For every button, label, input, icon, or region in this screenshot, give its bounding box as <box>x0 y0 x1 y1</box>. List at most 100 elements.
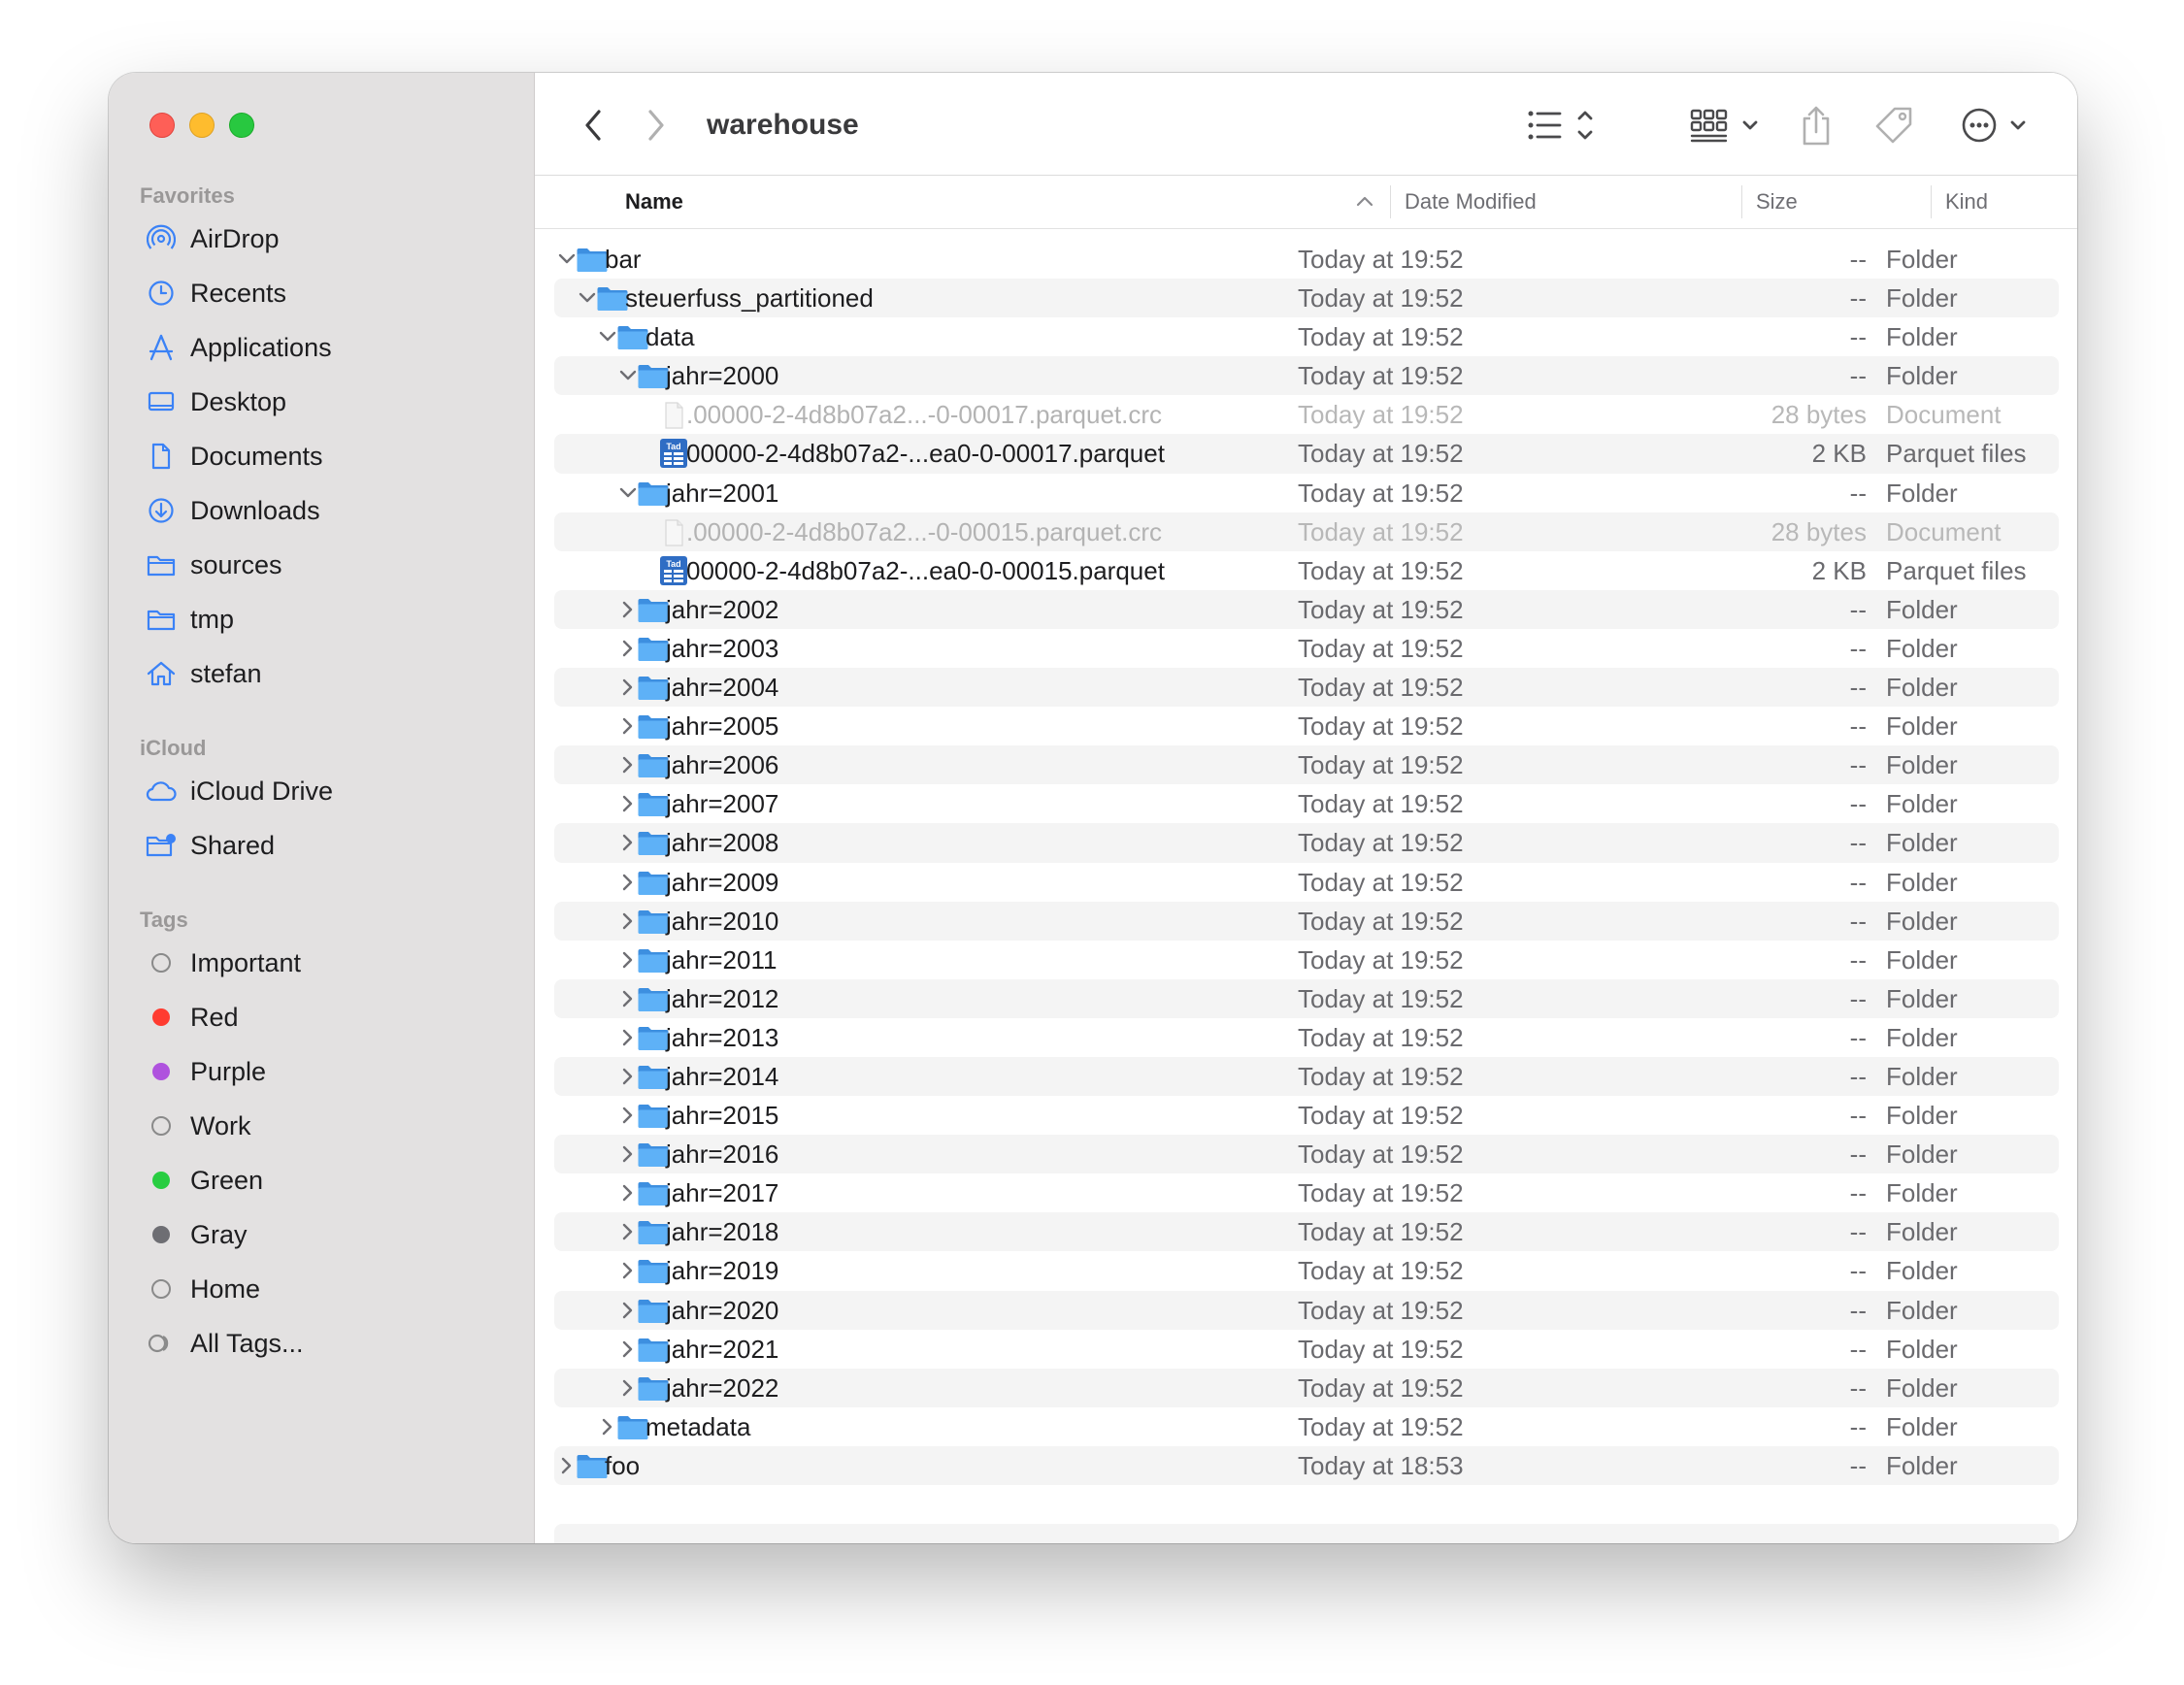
sidebar-item-label: Purple <box>190 1056 267 1086</box>
file-date-modified: Today at 19:52 <box>1298 750 1464 780</box>
tag-button[interactable] <box>1872 102 1915 149</box>
file-row[interactable]: jahr=2002 Today at 19:52 -- Folder <box>554 589 2059 629</box>
column-size[interactable]: Size <box>1756 176 1798 228</box>
file-row[interactable]: jahr=2005 Today at 19:52 -- Folder <box>554 707 2059 745</box>
file-row[interactable]: jahr=2019 Today at 19:52 -- Folder <box>554 1251 2059 1290</box>
file-row[interactable]: jahr=2007 Today at 19:52 -- Folder <box>554 784 2059 823</box>
tag-icon <box>1875 107 1912 144</box>
file-row[interactable]: jahr=2021 Today at 19:52 -- Folder <box>554 1330 2059 1369</box>
back-button[interactable] <box>574 102 612 149</box>
file-row[interactable]: metadata Today at 19:52 -- Folder <box>554 1407 2059 1446</box>
file-row[interactable]: jahr=2006 Today at 19:52 -- Folder <box>554 745 2059 785</box>
view-options-button[interactable] <box>1525 102 1603 149</box>
file-kind: Folder <box>1886 1178 1958 1208</box>
close-window-button[interactable] <box>149 113 175 138</box>
file-row[interactable]: jahr=2013 Today at 19:52 -- Folder <box>554 1018 2059 1057</box>
file-row[interactable]: jahr=2014 Today at 19:52 -- Folder <box>554 1056 2059 1097</box>
window-title: warehouse <box>707 109 859 141</box>
file-row[interactable]: jahr=2003 Today at 19:52 -- Folder <box>554 629 2059 668</box>
forward-button[interactable] <box>637 102 676 149</box>
sidebar-item-documents[interactable]: Documents <box>144 433 513 479</box>
folder-icon <box>616 323 649 350</box>
file-row[interactable]: foo Today at 18:53 -- Folder <box>554 1445 2059 1485</box>
file-kind: Parquet files <box>1886 439 2027 469</box>
file-row[interactable]: jahr=2009 Today at 19:52 -- Folder <box>554 863 2059 902</box>
sidebar-item-sources[interactable]: sources <box>144 542 513 588</box>
file-row[interactable]: jahr=2008 Today at 19:52 -- Folder <box>554 823 2059 863</box>
sidebar-tag-red[interactable]: Red <box>144 994 513 1041</box>
file-row[interactable]: jahr=2015 Today at 19:52 -- Folder <box>554 1096 2059 1135</box>
file-row[interactable]: Tad 00000-2-4d8b07a2-...ea0-0-00017.parqu… <box>554 434 2059 474</box>
sidebar-item-recents[interactable]: Recents <box>144 270 513 316</box>
file-row[interactable]: jahr=2000 Today at 19:52 -- Folder <box>554 356 2059 396</box>
tag-color-dot-icon <box>144 1054 179 1089</box>
file-row[interactable]: jahr=2018 Today at 19:52 -- Folder <box>554 1212 2059 1252</box>
home-icon <box>144 656 179 691</box>
sidebar-tag-gray[interactable]: Gray <box>144 1211 513 1258</box>
file-row[interactable]: jahr=2020 Today at 19:52 -- Folder <box>554 1290 2059 1330</box>
sidebar-item-shared[interactable]: Shared <box>144 822 513 869</box>
file-kind: Folder <box>1886 789 1958 819</box>
file-row[interactable]: .00000-2-4d8b07a2...-0-00017.parquet.crc… <box>554 395 2059 434</box>
file-kind: Folder <box>1886 478 1958 508</box>
file-row[interactable]: jahr=2001 Today at 19:52 -- Folder <box>554 474 2059 512</box>
sidebar-item-stefan[interactable]: stefan <box>144 650 513 697</box>
file-row[interactable]: jahr=2011 Today at 19:52 -- Folder <box>554 941 2059 979</box>
share-icon <box>1803 106 1830 146</box>
column-name[interactable]: Name <box>625 176 683 228</box>
folder-icon <box>637 635 670 662</box>
chevron-left-icon <box>585 110 601 141</box>
sort-ascending-icon[interactable] <box>1356 195 1373 207</box>
file-row[interactable]: jahr=2012 Today at 19:52 -- Folder <box>554 978 2059 1018</box>
file-name: jahr=2008 <box>666 828 779 858</box>
folder-icon <box>637 1140 670 1168</box>
column-kind[interactable]: Kind <box>1945 176 1988 228</box>
file-size: -- <box>1849 789 1867 819</box>
file-row[interactable]: jahr=2016 Today at 19:52 -- Folder <box>554 1135 2059 1174</box>
sidebar-tag-important[interactable]: Important <box>144 940 513 986</box>
file-size: -- <box>1849 1295 1867 1325</box>
file-row[interactable]: Tad 00000-2-4d8b07a2-...ea0-0-00015.parqu… <box>554 551 2059 590</box>
sidebar-tag-green[interactable]: Green <box>144 1157 513 1204</box>
file-row[interactable]: steuerfuss_partitioned Today at 19:52 -- Fo… <box>554 279 2059 318</box>
folder-icon <box>144 547 179 582</box>
column-separator[interactable] <box>1741 185 1742 218</box>
file-kind: Folder <box>1886 1295 1958 1325</box>
column-separator[interactable] <box>1390 185 1391 218</box>
file-row[interactable]: .00000-2-4d8b07a2...-0-00015.parquet.crc… <box>554 512 2059 551</box>
sidebar-item-label: Applications <box>190 332 332 362</box>
file-name: bar <box>605 245 642 274</box>
sidebar-item-airdrop[interactable]: AirDrop <box>144 215 513 262</box>
file-row[interactable]: jahr=2010 Today at 19:52 -- Folder <box>554 901 2059 941</box>
share-button[interactable] <box>1797 102 1836 149</box>
file-row[interactable]: jahr=2022 Today at 19:52 -- Folder <box>554 1368 2059 1407</box>
folder-icon <box>637 596 670 623</box>
column-separator[interactable] <box>1931 185 1932 218</box>
file-kind: Folder <box>1886 906 1958 936</box>
file-kind: Folder <box>1886 867 1958 897</box>
file-row[interactable]: data Today at 19:52 -- Folder <box>554 317 2059 356</box>
column-date-modified[interactable]: Date Modified <box>1405 176 1537 228</box>
sidebar-item-desktop[interactable]: Desktop <box>144 379 513 425</box>
file-name: .00000-2-4d8b07a2...-0-00017.parquet.crc <box>686 400 1163 430</box>
sidebar-tag-purple[interactable]: Purple <box>144 1048 513 1095</box>
zoom-window-button[interactable] <box>229 113 254 138</box>
file-date-modified: Today at 19:52 <box>1298 906 1464 936</box>
sidebar-item-icloud-drive[interactable]: iCloud Drive <box>144 768 513 814</box>
minimize-window-button[interactable] <box>189 113 215 138</box>
sidebar-tag-work[interactable]: Work <box>144 1103 513 1149</box>
file-date-modified: Today at 19:52 <box>1298 245 1464 274</box>
more-actions-button[interactable] <box>1962 102 2032 149</box>
file-row[interactable]: bar Today at 19:52 -- Folder <box>554 240 2059 279</box>
group-button[interactable] <box>1690 102 1764 149</box>
parquet-file-icon: Tad <box>657 438 690 469</box>
sidebar-tag-all-tags-[interactable]: All Tags... <box>144 1320 513 1367</box>
file-row[interactable]: jahr=2017 Today at 19:52 -- Folder <box>554 1173 2059 1212</box>
sidebar-item-downloads[interactable]: Downloads <box>144 487 513 534</box>
sidebar-item-label: All Tags... <box>190 1328 304 1358</box>
sidebar-tag-home[interactable]: Home <box>144 1266 513 1312</box>
sidebar-item-applications[interactable]: Applications <box>144 324 513 371</box>
file-row[interactable]: jahr=2004 Today at 19:52 -- Folder <box>554 668 2059 708</box>
sidebar-item-tmp[interactable]: tmp <box>144 596 513 643</box>
file-name: 00000-2-4d8b07a2-...ea0-0-00017.parquet <box>686 439 1165 469</box>
